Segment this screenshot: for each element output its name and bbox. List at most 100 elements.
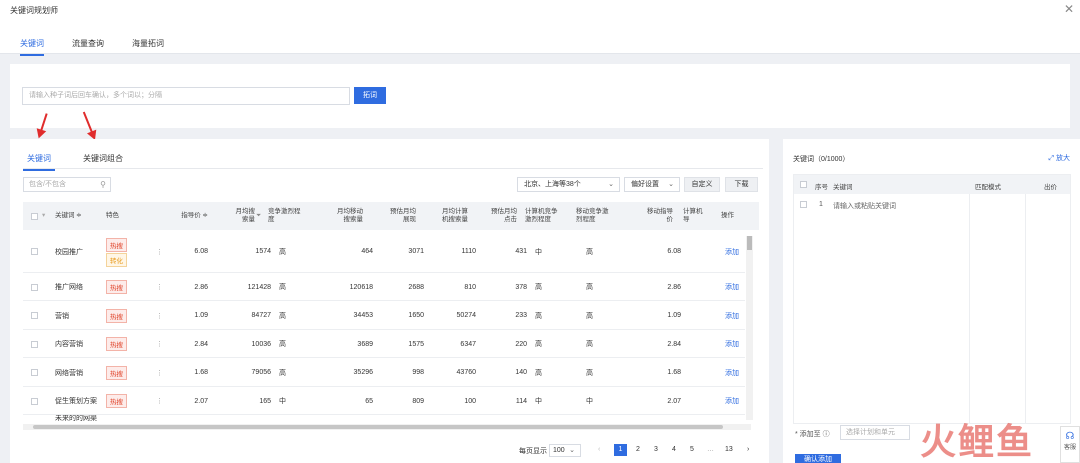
region-select[interactable]: 北京、上海等38个 ⌄ — [517, 177, 620, 192]
row-checkbox[interactable] — [31, 387, 38, 415]
row-checkbox[interactable] — [31, 358, 38, 387]
col-est-click[interactable]: 预估月均 点击 — [481, 202, 517, 230]
monthly-search-cell: 121428 — [247, 283, 271, 291]
col-mobile-competition[interactable]: 移动竞争激 烈程度 — [576, 202, 609, 230]
col-pc-price[interactable]: 计算机 导 — [683, 202, 703, 230]
keyword-cell: 营销 — [55, 312, 69, 320]
region-value: 北京、上海等38个 — [524, 181, 581, 188]
filter-placeholder: 包含/不包含 — [29, 181, 66, 188]
mobile-competition-cell: 高 — [586, 248, 593, 256]
est-click-cell: 431 — [515, 248, 527, 255]
col-keyword[interactable]: 关键词 ≑ — [55, 202, 82, 230]
competition-cell: 高 — [279, 369, 286, 377]
col-est-show[interactable]: 预估月均 展现 — [378, 202, 416, 230]
table-row: 促生策划方案 热搜 ⋮ 2.07 165 中 65 809 100 114 中 … — [23, 387, 745, 415]
page-3[interactable]: 3 — [654, 446, 658, 453]
select-all-checkbox[interactable] — [800, 181, 807, 190]
more-icon[interactable]: ⋮ — [156, 273, 163, 301]
keyword-entry-input[interactable]: 请输入或粘贴关键词 — [833, 201, 896, 211]
selected-keywords-grid: 序号 关键词 匹配模式 出价 1 请输入或粘贴关键词 — [793, 174, 1071, 424]
page-4[interactable]: 4 — [672, 446, 676, 453]
include-exclude-filter-input[interactable]: 包含/不包含 ⚲ — [23, 177, 111, 192]
tab-traffic-query[interactable]: 流量查询 — [72, 38, 104, 56]
est-click-cell: 378 — [515, 283, 527, 291]
page-2[interactable]: 2 — [636, 446, 640, 453]
add-button[interactable]: 添加 — [725, 330, 739, 358]
mobile-price-cell: 1.68 — [667, 369, 681, 376]
expand-button[interactable]: 拓词 — [354, 87, 386, 104]
mobile-competition-cell: 高 — [586, 341, 593, 348]
prev-page-button[interactable]: ‹ — [598, 446, 600, 453]
more-icon[interactable]: ⋮ — [156, 330, 163, 358]
pc-search-cell: 1110 — [461, 248, 476, 255]
add-button[interactable]: 添加 — [725, 387, 739, 415]
col-competition[interactable]: 竞争激烈程 度 — [268, 202, 301, 230]
tab-keywords[interactable]: 关键词 — [20, 38, 44, 56]
more-icon[interactable]: ⋮ — [156, 230, 163, 273]
table-row: 校园推广 热搜 转化 ⋮ 6.08 1574 高 464 3071 1110 4… — [23, 230, 745, 273]
filter-funnel-icon[interactable]: ⏷ — [256, 202, 261, 230]
row-checkbox[interactable] — [800, 201, 807, 210]
col-guide-price[interactable]: 指导价 ≑ — [173, 202, 208, 230]
row-checkbox[interactable] — [31, 273, 38, 301]
pc-competition-cell: 高 — [535, 369, 542, 377]
mobile-price-cell: 2.84 — [667, 340, 681, 348]
download-button[interactable]: 下载 — [725, 177, 758, 192]
chevron-down-icon: ⌄ — [608, 181, 614, 188]
feature-tags: 热搜 — [106, 387, 127, 415]
per-page-select[interactable]: 100 ⌄ — [549, 444, 581, 457]
col-monthly-search[interactable]: 月均搜 索量 — [221, 202, 256, 230]
preference-select[interactable]: 偏好设置 ⌄ — [624, 177, 680, 192]
competition-cell: 高 — [279, 312, 286, 320]
row-checkbox[interactable] — [31, 230, 38, 273]
pc-search-cell: 810 — [464, 283, 476, 291]
table-header: ▾ 关键词 ≑ 特色 指导价 ≑ 月均搜 索量 ⏷ 竞争激烈程 度 月均移动 搜… — [23, 202, 759, 230]
more-icon[interactable]: ⋮ — [156, 387, 163, 415]
hot-tag: 热搜 — [106, 337, 127, 351]
add-button[interactable]: 添加 — [725, 358, 739, 387]
pc-competition-cell: 高 — [535, 312, 542, 320]
scroll-thumb[interactable] — [33, 425, 723, 429]
pc-competition-cell: 中 — [535, 398, 542, 405]
row-checkbox[interactable] — [31, 330, 38, 358]
vertical-scrollbar[interactable] — [746, 236, 753, 420]
seed-keyword-input[interactable]: 请输入种子词后回车确认，多个词以；分隔 — [22, 87, 350, 105]
col-pc-competition[interactable]: 计算机竞争 激烈程度 — [525, 202, 558, 230]
tab-mass-expand[interactable]: 海量拓词 — [132, 38, 164, 56]
customer-service-button[interactable]: ☊ 客服 — [1060, 426, 1080, 463]
col-mobile-monthly[interactable]: 月均移动 搜索量 — [323, 202, 363, 230]
next-page-button[interactable]: › — [747, 446, 749, 453]
confirm-add-button[interactable]: 确认添加 — [795, 454, 841, 463]
expand-button[interactable]: ⤢ 放大 — [1048, 153, 1070, 163]
horizontal-scrollbar[interactable] — [23, 424, 751, 430]
mobile-monthly-cell: 65 — [365, 397, 373, 405]
page-1[interactable]: 1 — [614, 444, 627, 456]
add-button[interactable]: 添加 — [725, 301, 739, 330]
page-ellipsis[interactable]: … — [707, 446, 714, 453]
customize-button[interactable]: 自定义 — [684, 177, 720, 192]
add-button[interactable]: 添加 — [725, 273, 739, 301]
close-icon[interactable]: ✕ — [1064, 2, 1074, 16]
page-13[interactable]: 13 — [725, 446, 733, 453]
scroll-thumb[interactable] — [747, 236, 752, 250]
divider — [23, 168, 763, 169]
select-all-checkbox[interactable] — [31, 202, 38, 230]
col-match-mode: 匹配模式 — [975, 184, 1001, 191]
est-click-cell: 233 — [515, 312, 527, 319]
mobile-price-cell: 6.08 — [667, 248, 681, 255]
add-button[interactable]: 添加 — [725, 230, 739, 273]
col-mobile-price[interactable]: 移动指导 价 — [633, 202, 673, 230]
more-icon[interactable]: ⋮ — [156, 358, 163, 387]
col-feature: 特色 — [106, 212, 119, 219]
pc-search-cell: 50274 — [456, 312, 476, 319]
mobile-competition-cell: 高 — [586, 369, 593, 377]
mobile-competition-cell: 高 — [586, 284, 593, 291]
keyword-cell: 未来的的网渠 — [55, 415, 97, 422]
plan-unit-select[interactable]: 选择计划和单元 — [840, 425, 910, 440]
row-checkbox[interactable] — [31, 301, 38, 330]
col-pc-search[interactable]: 月均计算 机搜索量 — [428, 202, 468, 230]
per-page-value: 100 — [553, 447, 565, 454]
select-dropdown-icon[interactable]: ▾ — [42, 202, 45, 230]
more-icon[interactable]: ⋮ — [156, 301, 163, 330]
page-5[interactable]: 5 — [690, 446, 694, 453]
